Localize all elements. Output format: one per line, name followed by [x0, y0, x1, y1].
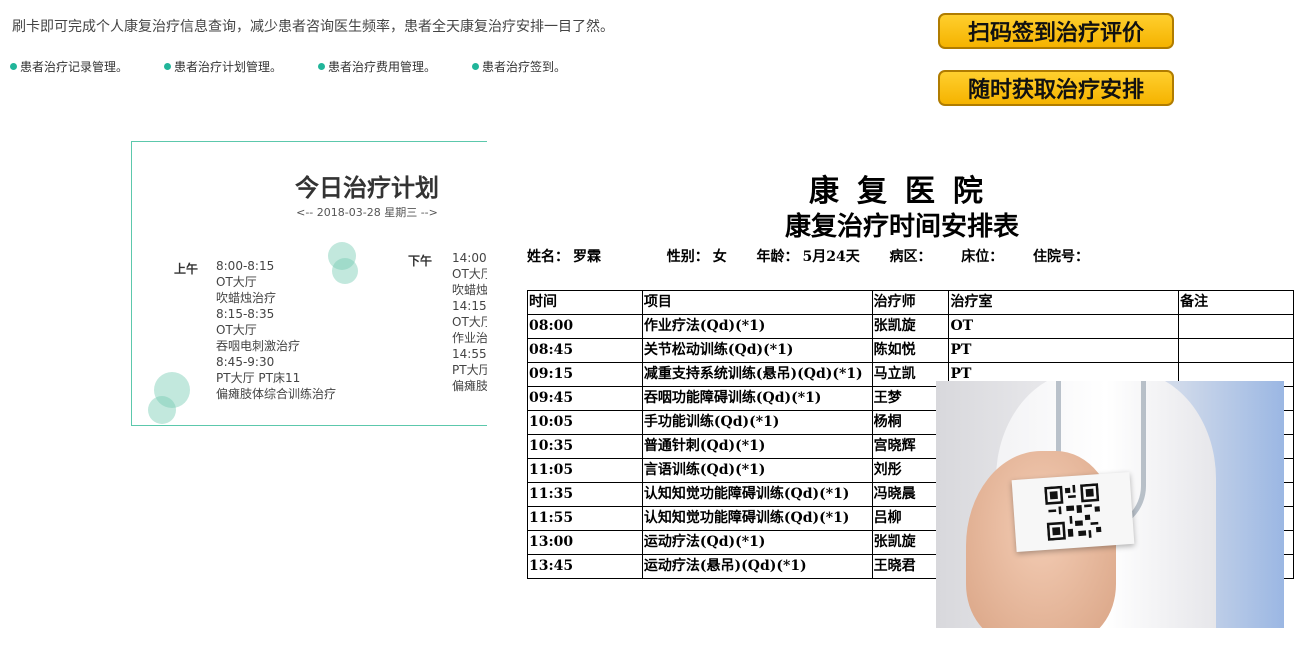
bullet-dot-icon — [164, 63, 172, 70]
bullet-dot-icon — [472, 63, 480, 70]
table-cell: 11:05 — [527, 458, 643, 483]
qr-card — [1011, 471, 1135, 553]
table-header-row: 时间 项目 治疗师 治疗室 备注 — [527, 290, 1294, 315]
table-cell — [1178, 338, 1294, 363]
decor-bubble — [148, 396, 176, 424]
table-cell: 13:45 — [527, 554, 643, 579]
table-cell: PT — [948, 338, 1180, 363]
table-cell: 关节松动训练(Qd)(*1) — [641, 338, 873, 363]
table-cell — [1178, 314, 1294, 339]
table-cell: 吞咽功能障碍训练(Qd)(*1) — [641, 386, 873, 411]
table-cell: 认知知觉功能障碍训练(Qd)(*1) — [641, 506, 873, 531]
scan-review-button[interactable]: 扫码签到治疗评价 — [938, 13, 1174, 49]
schedule-title: 康复治疗时间安排表 — [785, 212, 1020, 242]
am-schedule-list: 8:00-8:15 OT大厅 吹蜡烛治疗 8:15-8:35 OT大厅 吞咽电刺… — [216, 259, 337, 401]
table-cell: 09:45 — [527, 386, 643, 411]
table-cell: 09:15 — [527, 362, 643, 387]
qr-code-icon — [1044, 483, 1102, 541]
pm-label: 下午 — [408, 254, 433, 268]
feature-list: 患者治疗记录管理。 患者治疗计划管理。 患者治疗费用管理。 患者治疗签到。 — [10, 58, 602, 75]
column-header: 备注 — [1178, 290, 1294, 315]
table-row: 08:00 作业疗法(Qd)(*1) 张凯旋 OT — [527, 314, 1294, 339]
table-cell: 认知知觉功能障碍训练(Qd)(*1) — [641, 482, 873, 507]
table-cell: 手功能训练(Qd)(*1) — [641, 410, 873, 435]
feature-item: 患者治疗签到。 — [472, 58, 566, 75]
patient-age: 5月24天 — [802, 249, 860, 265]
doctor-holding-qr-card-photo — [936, 381, 1284, 628]
table-cell: 10:05 — [527, 410, 643, 435]
feature-item: 患者治疗计划管理。 — [164, 58, 282, 75]
table-row: 08:45 关节松动训练(Qd)(*1) 陈如悦 PT — [527, 338, 1294, 363]
table-cell: 10:35 — [527, 434, 643, 459]
table-cell: 11:55 — [527, 506, 643, 531]
column-header: 时间 — [527, 290, 643, 315]
table-cell: 运动疗法(悬吊)(Qd)(*1) — [641, 554, 873, 579]
column-header: 治疗师 — [871, 290, 950, 315]
intro-text: 刷卡即可完成个人康复治疗信息查询，减少患者咨询医生频率，患者全天康复治疗安排一目… — [12, 19, 614, 35]
column-header: 治疗室 — [948, 290, 1180, 315]
get-schedule-button[interactable]: 随时获取治疗安排 — [938, 70, 1174, 106]
am-label: 上午 — [174, 262, 199, 276]
table-cell: 张凯旋 — [871, 314, 950, 339]
table-cell: 13:00 — [527, 530, 643, 555]
table-cell: 普通针刺(Qd)(*1) — [641, 434, 873, 459]
bullet-dot-icon — [10, 63, 17, 70]
feature-item: 患者治疗记录管理。 — [10, 58, 128, 75]
hospital-name: 康复医院 — [809, 174, 1001, 209]
feature-item: 患者治疗费用管理。 — [318, 58, 436, 75]
patient-info: 姓名： 罗霖 性别：女 年龄： 5月24天 病区： 床位： 住院号： — [527, 249, 1089, 265]
table-cell: 陈如悦 — [871, 338, 950, 363]
patient-name: 罗霖 — [573, 249, 601, 265]
column-header: 项目 — [641, 290, 873, 315]
table-cell: 言语训练(Qd)(*1) — [641, 458, 873, 483]
table-cell: 减重支持系统训练(悬吊)(Qd)(*1) — [641, 362, 873, 387]
table-cell: 作业疗法(Qd)(*1) — [641, 314, 873, 339]
table-cell: 08:45 — [527, 338, 643, 363]
table-cell: 运动疗法(Qd)(*1) — [641, 530, 873, 555]
table-cell: OT — [948, 314, 1180, 339]
table-cell: 08:00 — [527, 314, 643, 339]
pm-schedule-list: 14:00- OT大厅 吹蜡烛 14:15- OT大厅 作业治 14:55- P… — [452, 251, 492, 393]
table-cell: 11:35 — [527, 482, 643, 507]
patient-gender: 女 — [712, 249, 727, 265]
bullet-dot-icon — [318, 63, 326, 70]
